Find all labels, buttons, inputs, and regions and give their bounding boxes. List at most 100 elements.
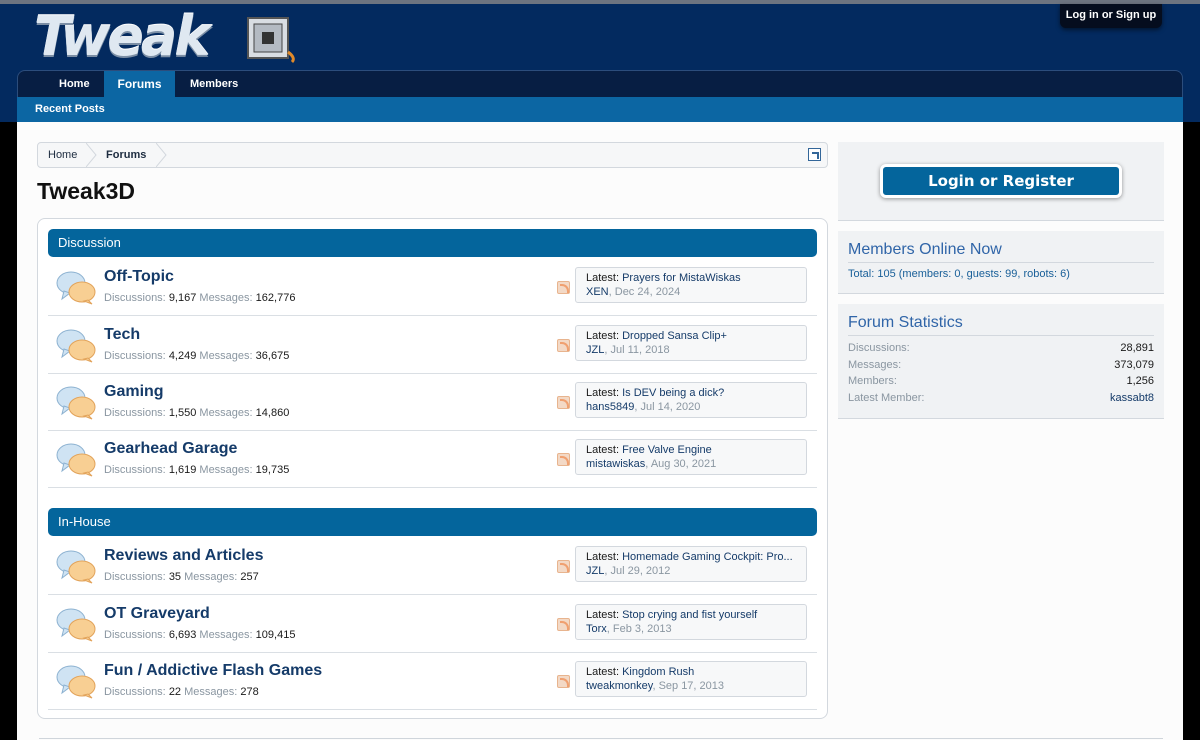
latest-post-box: Latest: Prayers for MistaWiskas XEN, Dec… xyxy=(575,267,807,303)
forum-title-link[interactable]: Off-Topic xyxy=(104,268,174,286)
latest-user-link[interactable]: hans5849 xyxy=(586,401,634,413)
messages-count: 36,675 xyxy=(255,350,290,362)
latest-thread-link[interactable]: Dropped Sansa Clip+ xyxy=(622,330,727,342)
jump-to-page-icon[interactable] xyxy=(808,148,821,161)
rss-feed-icon[interactable] xyxy=(557,560,570,573)
recent-posts-link[interactable]: Recent Posts xyxy=(35,97,105,121)
discussions-count: 6,693 xyxy=(168,629,197,641)
messages-count: 14,860 xyxy=(255,407,290,419)
discussions-label: Discussions: xyxy=(104,350,166,362)
messages-label: Messages: xyxy=(184,686,238,698)
latest-date[interactable]: Feb 3, 2013 xyxy=(613,623,672,635)
latest-label: Latest: xyxy=(586,387,620,399)
forum-stats: Discussions: 6,693 Messages: 109,415 xyxy=(104,629,295,641)
stat-row: Discussions: 28,891 xyxy=(848,340,1154,357)
members-online-title[interactable]: Members Online Now xyxy=(848,241,1154,263)
forum-bubbles-icon xyxy=(56,665,96,699)
site-header: Tweak Log in or Sign up Home Forums Memb… xyxy=(0,0,1200,122)
stat-value: 373,079 xyxy=(1114,358,1154,371)
site-logo[interactable]: Tweak xyxy=(34,8,324,66)
category-header-discussion[interactable]: Discussion xyxy=(48,229,817,257)
messages-label: Messages: xyxy=(199,464,253,476)
sidebar-login-panel: Login or Register xyxy=(838,142,1164,221)
rss-feed-icon[interactable] xyxy=(557,339,570,352)
login-signup-link[interactable]: Log in or Sign up xyxy=(1060,4,1162,28)
breadcrumb-home[interactable]: Home xyxy=(48,143,77,167)
stat-value: 28,891 xyxy=(1120,342,1154,354)
forum-bubbles-icon xyxy=(56,608,96,642)
messages-count: 257 xyxy=(240,571,259,583)
latest-post-box: Latest: Dropped Sansa Clip+ JZL, Jul 11,… xyxy=(575,325,807,361)
nav-tab-forums[interactable]: Forums xyxy=(104,71,175,98)
main-nav: Home Forums Members xyxy=(17,70,1183,98)
latest-post-box: Latest: Free Valve Engine mistawiskas, A… xyxy=(575,439,807,475)
forum-statistics-panel: Forum Statistics Discussions: 28,891 Mess… xyxy=(838,304,1164,419)
forum-list: Discussion Off-Topic Discussions: 9,167 … xyxy=(37,218,828,719)
login-register-button[interactable]: Login or Register xyxy=(880,164,1122,198)
latest-thread-link[interactable]: Kingdom Rush xyxy=(622,666,694,678)
rss-feed-icon[interactable] xyxy=(557,618,570,631)
latest-user-link[interactable]: XEN xyxy=(586,286,609,298)
footer-divider xyxy=(39,738,1163,739)
nav-tab-members[interactable]: Members xyxy=(176,71,252,98)
forum-title-link[interactable]: OT Graveyard xyxy=(104,605,210,623)
latest-member-link[interactable]: kassabt8 xyxy=(1110,392,1154,404)
nav-tab-home[interactable]: Home xyxy=(45,71,104,98)
messages-label: Messages: xyxy=(199,629,253,641)
latest-date[interactable]: Dec 24, 2024 xyxy=(615,286,680,298)
discussions-count: 22 xyxy=(168,686,182,698)
latest-date[interactable]: Jul 11, 2018 xyxy=(610,344,669,356)
category-header-in-house[interactable]: In-House xyxy=(48,508,817,536)
forum-stats: Discussions: 1,550 Messages: 14,860 xyxy=(104,407,289,419)
latest-user-link[interactable]: Torx xyxy=(586,623,607,635)
forum-title-link[interactable]: Gaming xyxy=(104,383,164,401)
forum-bubbles-icon xyxy=(56,443,96,477)
messages-label: Messages: xyxy=(199,407,253,419)
discussions-count: 1,550 xyxy=(168,407,197,419)
forum-stats: Discussions: 35 Messages: 257 xyxy=(104,571,259,583)
messages-count: 109,415 xyxy=(255,629,296,641)
latest-thread-link[interactable]: Is DEV being a dick? xyxy=(622,387,724,399)
forum-stats: Discussions: 4,249 Messages: 36,675 xyxy=(104,350,289,362)
latest-user-link[interactable]: mistawiskas xyxy=(586,458,645,470)
discussions-count: 1,619 xyxy=(168,464,197,476)
breadcrumb-forums[interactable]: Forums xyxy=(106,143,146,167)
latest-thread-link[interactable]: Homemade Gaming Cockpit: Pro... xyxy=(622,551,793,563)
latest-date[interactable]: Jul 14, 2020 xyxy=(640,401,700,413)
forum-title-link[interactable]: Tech xyxy=(104,326,140,344)
forum-bubbles-icon xyxy=(56,329,96,363)
latest-post-box: Latest: Stop crying and fist yourself To… xyxy=(575,604,807,640)
messages-label: Messages: xyxy=(199,350,253,362)
latest-label: Latest: xyxy=(586,551,620,563)
discussions-label: Discussions: xyxy=(104,571,166,583)
latest-thread-link[interactable]: Free Valve Engine xyxy=(622,444,712,456)
breadcrumb-separator-icon xyxy=(156,143,167,167)
rss-feed-icon[interactable] xyxy=(557,453,570,466)
discussions-count: 35 xyxy=(168,571,182,583)
discussions-label: Discussions: xyxy=(104,407,166,419)
forum-title-link[interactable]: Fun / Addictive Flash Games xyxy=(104,662,322,680)
latest-user-link[interactable]: JZL xyxy=(586,344,604,356)
messages-label: Messages: xyxy=(199,292,253,304)
rss-feed-icon[interactable] xyxy=(557,281,570,294)
latest-label: Latest: xyxy=(586,444,620,456)
forum-node: Gearhead Garage Discussions: 1,619 Messa… xyxy=(48,431,817,488)
stat-row: Latest Member: kassabt8 xyxy=(848,390,1154,407)
latest-thread-link[interactable]: Prayers for MistaWiskas xyxy=(622,272,741,284)
discussions-label: Discussions: xyxy=(104,629,166,641)
forum-node: Off-Topic Discussions: 9,167 Messages: 1… xyxy=(48,259,817,316)
latest-date[interactable]: Aug 30, 2021 xyxy=(651,458,716,470)
latest-user-link[interactable]: tweakmonkey xyxy=(586,680,652,692)
forum-title-link[interactable]: Reviews and Articles xyxy=(104,547,263,565)
forum-title-link[interactable]: Gearhead Garage xyxy=(104,440,237,458)
latest-thread-link[interactable]: Stop crying and fist yourself xyxy=(622,609,757,621)
discussions-label: Discussions: xyxy=(104,686,166,698)
stat-row: Messages: 373,079 xyxy=(848,357,1154,374)
rss-feed-icon[interactable] xyxy=(557,675,570,688)
latest-post-box: Latest: Homemade Gaming Cockpit: Pro... … xyxy=(575,546,807,582)
rss-feed-icon[interactable] xyxy=(557,396,570,409)
latest-date[interactable]: Sep 17, 2013 xyxy=(659,680,724,692)
messages-count: 19,735 xyxy=(255,464,290,476)
latest-date[interactable]: Jul 29, 2012 xyxy=(610,565,670,577)
latest-user-link[interactable]: JZL xyxy=(586,565,604,577)
